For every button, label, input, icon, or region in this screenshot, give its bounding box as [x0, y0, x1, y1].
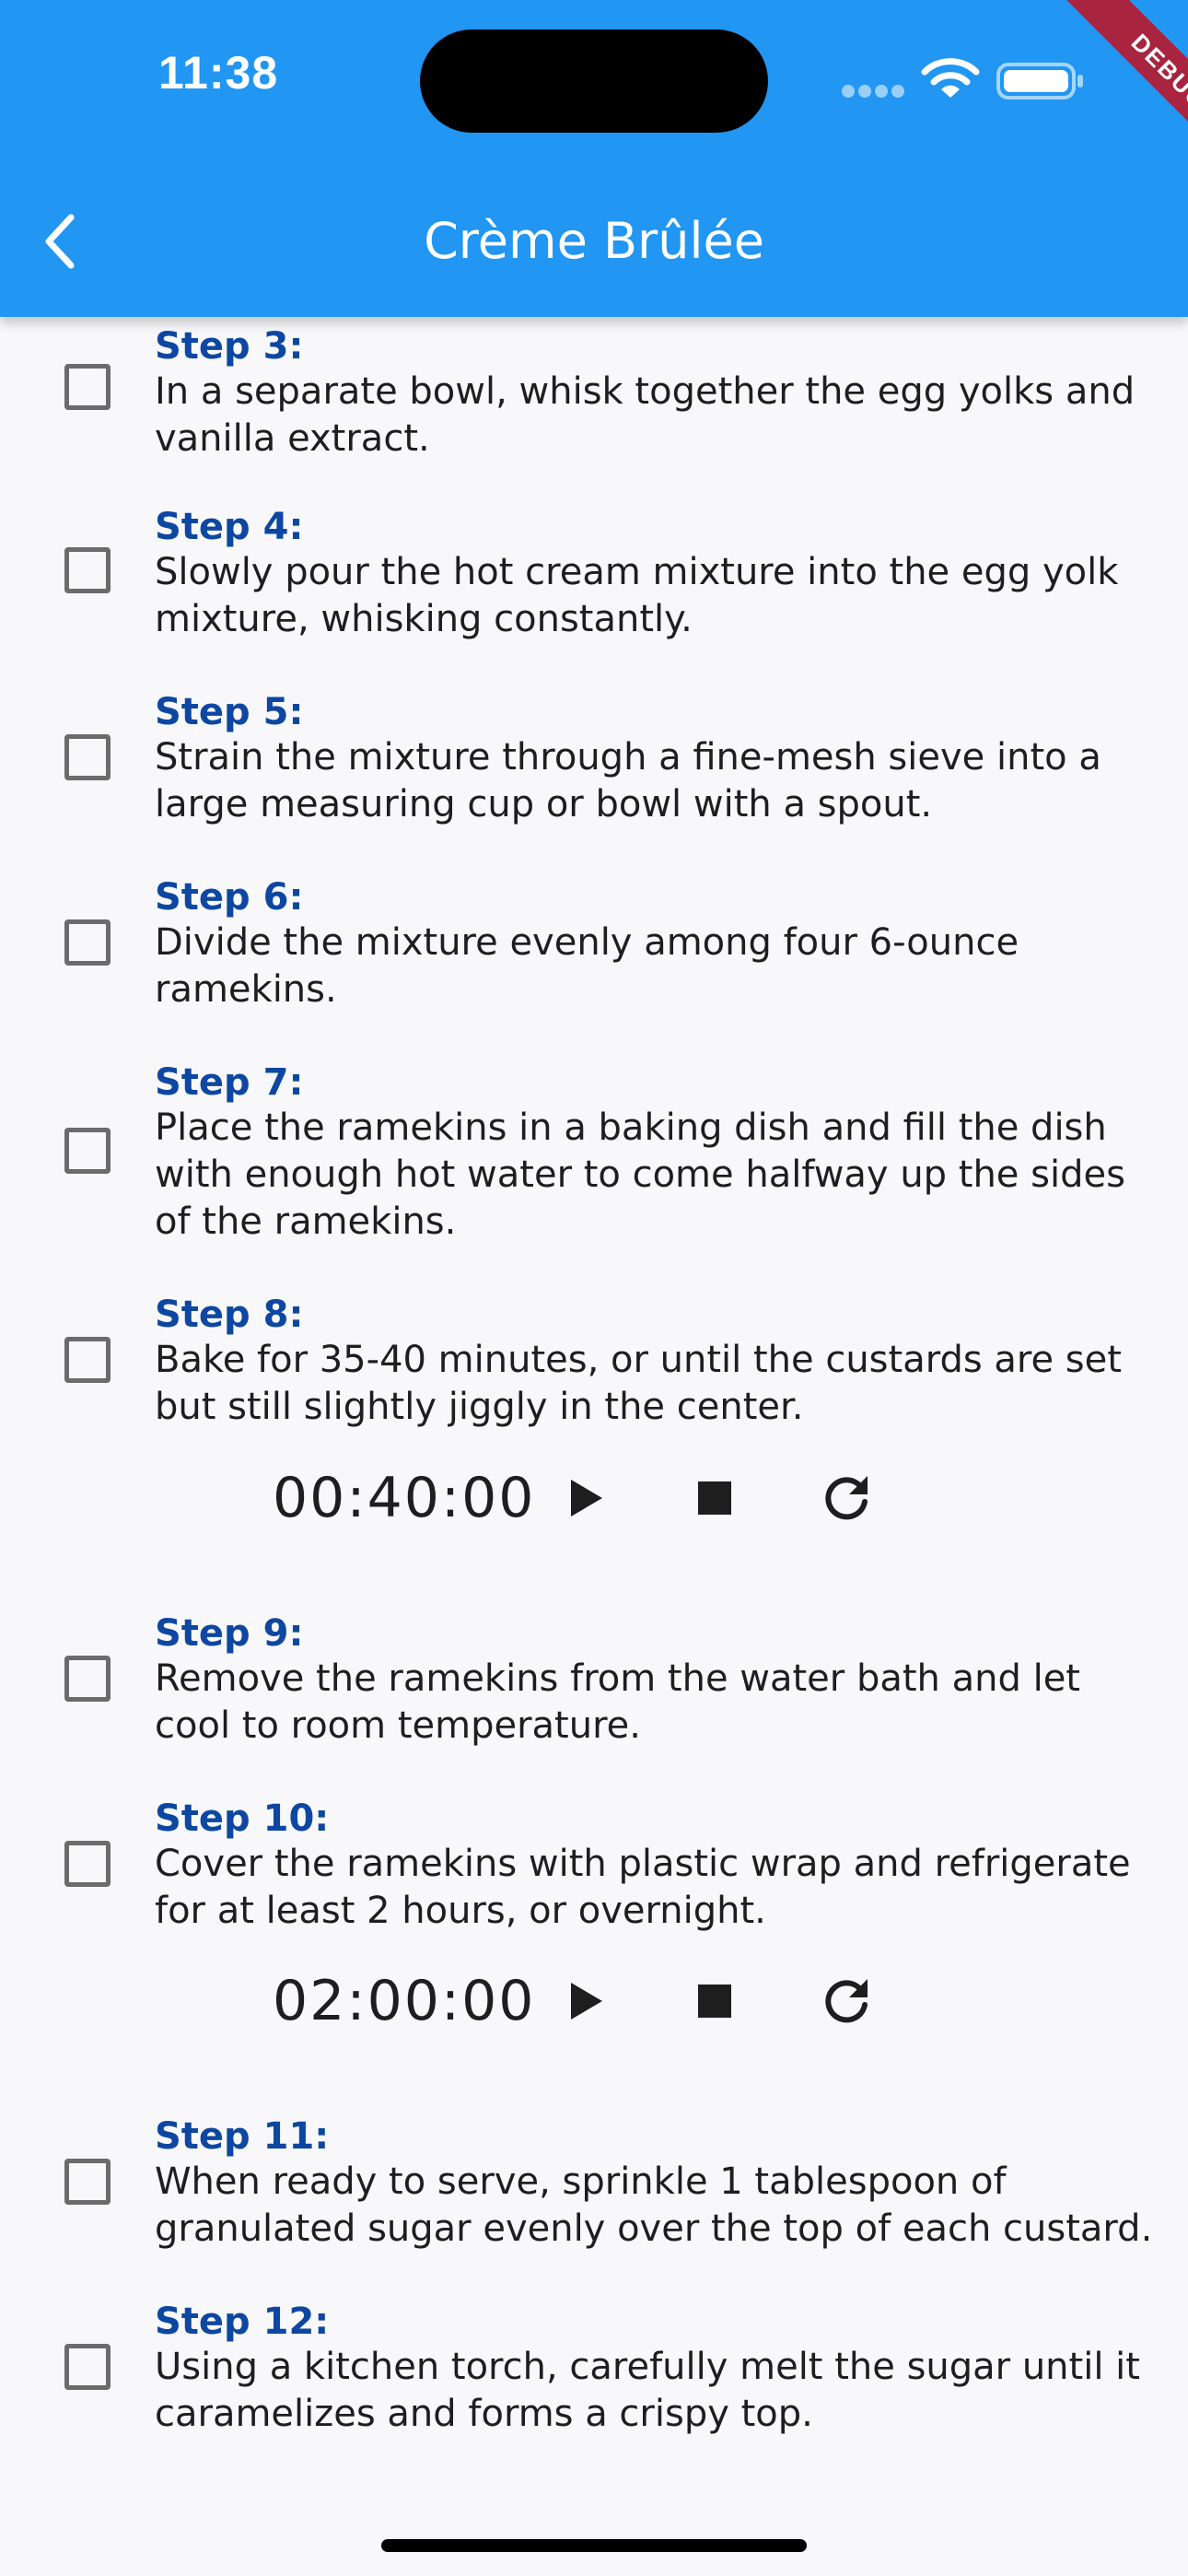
refresh-icon[interactable]: [820, 1470, 875, 1526]
debug-banner: DEBUG: [1013, 0, 1188, 175]
cellular-signal-icon: [842, 85, 906, 98]
stop-icon[interactable]: [687, 1973, 742, 2029]
step-checkbox[interactable]: [64, 364, 111, 410]
step-label: Step 10:: [155, 1797, 330, 1840]
play-icon[interactable]: [558, 1470, 613, 1526]
step-checkbox[interactable]: [64, 919, 111, 966]
step-timer: 02:00:00: [0, 1955, 1188, 2047]
step-text: When ready to serve, sprinkle 1 tablespo…: [155, 2160, 1153, 2250]
step-checkbox[interactable]: [64, 1841, 111, 1887]
step-label: Step 6:: [155, 876, 304, 919]
step-checkbox[interactable]: [64, 1337, 111, 1383]
play-icon[interactable]: [558, 1973, 613, 2029]
step-checkbox[interactable]: [64, 1656, 111, 1702]
refresh-icon[interactable]: [820, 1973, 875, 2029]
step-text: Place the ramekins in a baking dish and …: [155, 1107, 1125, 1243]
step-label: Step 12:: [155, 2301, 330, 2343]
step-text: Remove the ramekins from the water bath …: [155, 1657, 1080, 1747]
stop-icon[interactable]: [687, 1470, 742, 1526]
recipe-steps-screen: Step 3: In a separate bowl, whisk togeth…: [0, 0, 1188, 2576]
step-text: Divide the mixture evenly among four 6-o…: [155, 921, 1019, 1011]
step-label: Step 8:: [155, 1294, 304, 1336]
page-title: Crème Brûlée: [424, 212, 764, 270]
home-indicator[interactable]: [381, 2539, 807, 2552]
debug-banner-label: DEBUG: [1063, 0, 1188, 175]
steps-list[interactable]: Step 3: In a separate bowl, whisk togeth…: [0, 0, 1188, 2576]
step-text: Using a kitchen torch, carefully melt th…: [155, 2346, 1140, 2435]
timer-display: 00:40:00: [273, 1466, 536, 1530]
status-time: 11:38: [158, 47, 279, 99]
app-bar: 11:38 Crème Brûlée: [0, 0, 1188, 317]
step-label: Step 9:: [155, 1612, 304, 1655]
step-label: Step 5:: [155, 691, 304, 733]
step-label: Step 11:: [155, 2115, 330, 2158]
step-label: Step 7:: [155, 1061, 304, 1104]
timer-display: 02:00:00: [273, 1969, 536, 2033]
step-text: In a separate bowl, whisk together the e…: [155, 370, 1136, 460]
dynamic-island: [420, 29, 768, 133]
step-checkbox[interactable]: [64, 547, 111, 593]
step-checkbox[interactable]: [64, 2159, 111, 2205]
step-checkbox[interactable]: [64, 734, 111, 780]
step-timer: 00:40:00: [0, 1452, 1188, 1544]
step-text: Cover the ramekins with plastic wrap and…: [155, 1843, 1131, 1932]
step-checkbox[interactable]: [64, 1128, 111, 1174]
step-checkbox[interactable]: [64, 2344, 111, 2390]
step-text: Slowly pour the hot cream mixture into t…: [155, 551, 1119, 640]
step-text: Bake for 35-40 minutes, or until the cus…: [155, 1339, 1122, 1428]
step-text: Strain the mixture through a fine-mesh s…: [155, 736, 1101, 825]
step-label: Step 3:: [155, 325, 304, 368]
wifi-icon: [921, 57, 980, 101]
step-label: Step 4:: [155, 506, 304, 548]
